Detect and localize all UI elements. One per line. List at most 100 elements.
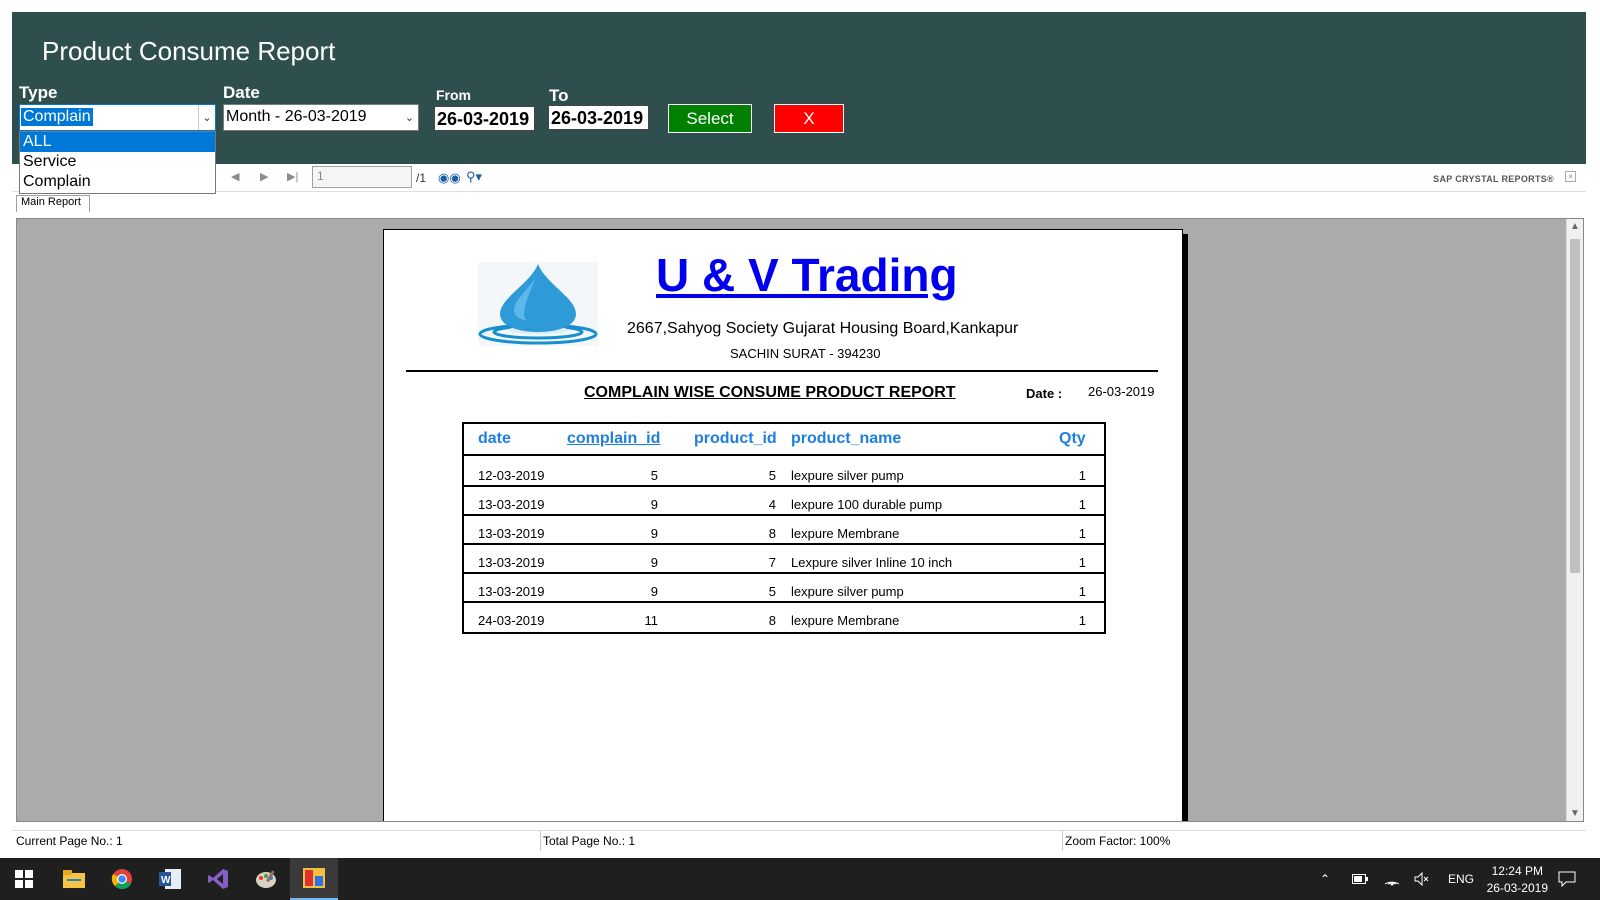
windows-start-icon[interactable] [0,858,48,900]
scroll-up-icon[interactable]: ▲ [1570,221,1580,232]
company-city: SACHIN SURAT - 394230 [730,346,881,361]
cell-product-name: lexpure silver pump [791,468,904,483]
type-label: Type [19,83,58,102]
chrome-icon[interactable] [98,858,146,900]
status-total-page: Total Page No.: 1 [543,834,636,848]
col-header-qty: Qty [1059,430,1086,447]
taskbar-clock[interactable]: 12:24 PM 26-03-2019 [1487,863,1548,897]
type-dropdown-list: ALL Service Complain [19,131,216,194]
cell-product-id: 4 [768,497,776,512]
cell-product-name: lexpure silver pump [791,584,904,599]
table-row: 13-03-2019 9 7 Lexpure silver Inline 10 inc… [464,545,1104,574]
report-page: U & V Trading 2667,Sahyog Society Gujara… [383,229,1183,821]
cell-date: 13-03-2019 [478,584,545,599]
find-binoculars-icon[interactable]: ◉◉ [438,170,461,186]
cell-product-name: lexpure Membrane [791,613,900,628]
cell-qty: 1 [1078,613,1086,628]
report-app-icon[interactable] [290,858,338,900]
cell-date: 12-03-2019 [478,468,545,483]
type-option-all[interactable]: ALL [20,132,215,152]
notifications-icon[interactable] [1558,858,1576,900]
cell-complain-id: 9 [650,497,658,512]
cell-qty: 1 [1078,584,1086,599]
scroll-down-icon[interactable]: ▼ [1570,808,1580,819]
status-bar: Current Page No.: 1 Total Page No.: 1 Zo… [12,830,1586,851]
from-label: From [436,87,471,103]
type-option-service[interactable]: Service [20,152,215,172]
cell-date: 24-03-2019 [478,613,545,628]
window-title: Product Consume Report [42,36,336,66]
tab-main-report[interactable]: Main Report [16,195,90,212]
report-viewport: U & V Trading 2667,Sahyog Society Gujara… [16,218,1584,822]
cell-product-name: lexpure Membrane [791,526,900,541]
next-page-icon[interactable]: ▶ [260,170,268,183]
to-label: To [549,86,569,105]
close-report-button[interactable]: X [774,104,844,133]
taskbar: W ⌃ ENG 12:24 PM 26-03-2019 [0,858,1600,900]
water-drop-logo [478,262,598,346]
volume-muted-icon[interactable] [1414,858,1430,900]
cell-qty: 1 [1078,468,1086,483]
table-row: 24-03-2019 11 8 lexpure Membrane 1 [464,603,1104,632]
cell-product-id: 5 [768,468,776,483]
type-combo-value: Complain [21,108,93,126]
scroll-thumb[interactable] [1570,239,1580,573]
from-date-field[interactable]: 26-03-2019 [434,106,535,131]
vertical-scrollbar[interactable]: ▲ ▼ [1566,219,1583,821]
page-total: /1 [416,171,427,185]
table-row: 13-03-2019 9 4 lexpure 100 durable pump 1 [464,487,1104,516]
cell-date: 13-03-2019 [478,497,545,512]
to-date-field[interactable]: 26-03-2019 [548,105,649,130]
company-address: 2667,Sahyog Society Gujarat Housing Boar… [627,320,1019,337]
report-date-label: Date : [1026,386,1063,401]
report-title: COMPLAIN WISE CONSUME PRODUCT REPORT [584,384,956,401]
chevron-down-icon[interactable]: ⌄ [401,105,418,130]
type-combo[interactable]: Complain ⌄ [19,104,216,131]
cell-qty: 1 [1078,555,1086,570]
cell-product-id: 7 [768,555,776,570]
battery-icon[interactable] [1352,858,1368,900]
language-indicator[interactable]: ENG [1448,858,1474,900]
date-combo[interactable]: Month - 26-03-2019 ⌄ [223,104,419,131]
cell-complain-id: 9 [650,584,658,599]
wifi-icon[interactable] [1384,858,1400,900]
date-combo-value: Month - 26-03-2019 [226,108,367,125]
svg-text:W: W [161,875,171,886]
show-hidden-icons-icon[interactable]: ⌃ [1320,858,1330,900]
zoom-icon[interactable]: ⚲▾ [466,169,482,185]
cell-complain-id: 11 [644,613,659,628]
col-header-product-id: product_id [694,430,777,447]
status-current-page: Current Page No.: 1 [16,834,123,848]
cell-complain-id: 5 [650,468,658,483]
divider [406,370,1158,372]
date-label: Date [223,83,260,102]
col-header-product-name: product_name [791,430,902,447]
company-name[interactable]: U & V Trading [656,248,958,302]
status-divider [1062,831,1063,851]
last-page-icon[interactable]: ▶| [287,170,298,183]
cell-qty: 1 [1078,497,1086,512]
report-date-value: 26-03-2019 [1088,384,1155,399]
cell-product-name: lexpure 100 durable pump [791,497,943,512]
page-number-input[interactable]: 1 [312,166,412,188]
product-table: date complain_id product_id product_name… [462,422,1106,634]
cell-complain-id: 9 [650,555,658,570]
paint-icon[interactable] [242,858,290,900]
table-row: 13-03-2019 9 5 lexpure silver pump 1 [464,574,1104,603]
type-option-complain[interactable]: Complain [20,172,215,192]
cell-product-id: 5 [768,584,776,599]
table-row: 13-03-2019 9 8 lexpure Membrane 1 [464,516,1104,545]
status-zoom: Zoom Factor: 100% [1065,834,1171,848]
visual-studio-icon[interactable] [194,858,242,900]
cell-qty: 1 [1078,526,1086,541]
word-icon[interactable]: W [146,858,194,900]
select-button[interactable]: Select [668,104,752,133]
prev-page-icon[interactable]: ◀ [231,170,239,183]
chevron-down-icon[interactable]: ⌄ [198,105,215,130]
col-header-date: date [478,430,511,447]
close-icon[interactable]: × [1565,171,1576,182]
col-header-complain-id: complain_id [567,430,661,447]
cell-product-name: Lexpure silver Inline 10 inch [791,555,953,570]
cell-date: 13-03-2019 [478,526,545,541]
file-explorer-icon[interactable] [50,858,98,900]
